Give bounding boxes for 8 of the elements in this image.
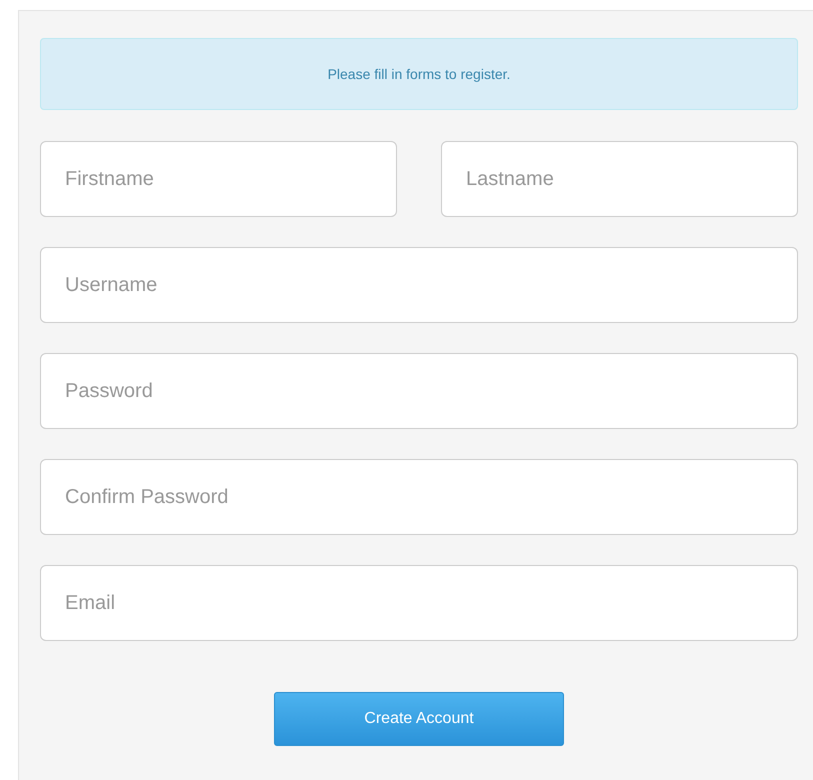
create-account-button[interactable]: Create Account — [274, 692, 564, 746]
info-alert: Please fill in forms to register. — [40, 38, 798, 110]
input-field[interactable]: Username — [40, 247, 798, 323]
input-field[interactable]: Confirm Password — [40, 459, 798, 535]
input-field[interactable]: Email — [40, 565, 798, 641]
input-field[interactable]: Password — [40, 353, 798, 429]
input-field[interactable]: Firstname — [40, 141, 397, 217]
input-field[interactable]: Lastname — [441, 141, 798, 217]
